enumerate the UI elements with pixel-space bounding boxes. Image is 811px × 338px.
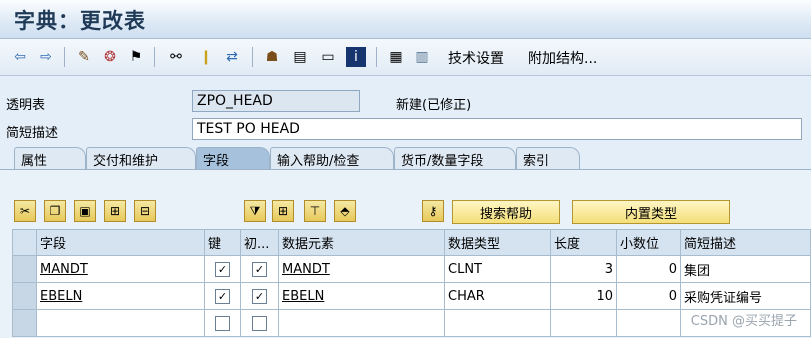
- key-checkbox[interactable]: [215, 315, 230, 331]
- short-desc-cell: 集团: [680, 255, 811, 283]
- toolbar-separator: [252, 47, 253, 67]
- column-header-init[interactable]: 初...: [240, 229, 279, 256]
- data-element-cell[interactable]: EBELN: [278, 282, 445, 310]
- tab-delivery-maintenance[interactable]: 交付和维护: [86, 147, 196, 169]
- column-header-data-element[interactable]: 数据元素: [278, 229, 445, 256]
- init-cell: [240, 309, 279, 337]
- table-name-field: ZPO_HEAD: [192, 90, 360, 112]
- edit-glasses-icon[interactable]: ✎: [74, 47, 94, 67]
- transparent-table-label: 透明表: [6, 98, 46, 113]
- back-arrow-icon[interactable]: ⇦: [10, 47, 30, 67]
- decimals-cell: 0: [616, 255, 681, 283]
- data-element-cell[interactable]: MANDT: [278, 255, 445, 283]
- title-bar: 字典：更改表: [0, 0, 811, 39]
- key-search-icon[interactable]: ⚷: [422, 200, 444, 222]
- length-cell: 10: [550, 282, 617, 310]
- tab-attributes[interactable]: 属性: [14, 147, 86, 169]
- column-header-field[interactable]: 字段: [36, 229, 205, 256]
- tab-fields[interactable]: 字段: [196, 147, 270, 169]
- init-cell: ✓: [240, 255, 279, 283]
- paste-icon[interactable]: ▣: [74, 200, 96, 222]
- insert-row-icon[interactable]: ⊞: [104, 200, 126, 222]
- tab-index[interactable]: 索引: [516, 147, 580, 169]
- data-type-cell: CLNT: [444, 255, 551, 283]
- key-cell: ✓: [204, 255, 241, 283]
- info-icon[interactable]: i: [346, 47, 366, 67]
- row-selector-header[interactable]: [12, 229, 37, 256]
- hierarchy-icon[interactable]: ☗: [262, 47, 282, 67]
- length-cell: [550, 309, 617, 337]
- window-title: 字典：更改表: [14, 8, 146, 33]
- append-structure-button[interactable]: 附加结构...: [528, 48, 597, 68]
- cut-icon[interactable]: ✂: [14, 200, 36, 222]
- data-type-cell: [444, 309, 551, 337]
- key-checkbox[interactable]: ✓: [215, 261, 230, 277]
- table-layout-icon[interactable]: ▦: [386, 47, 406, 67]
- table-row: MANDT ✓ ✓ MANDT CLNT 3 0 集团: [12, 255, 811, 283]
- table-header-row: 字段 键 初... 数据元素 数据类型 长度 小数位 简短描述: [12, 229, 811, 256]
- watermark: CSDN @买买提子: [690, 314, 797, 329]
- toolbar-separator: [154, 47, 155, 67]
- column-header-length[interactable]: 长度: [550, 229, 617, 256]
- data-element-cell[interactable]: [278, 309, 445, 337]
- expand-icon[interactable]: ⬘: [334, 200, 356, 222]
- table-status: 新建(已修正): [396, 98, 472, 113]
- init-checkbox[interactable]: ✓: [252, 261, 267, 277]
- tab-currency-quantity[interactable]: 货币/数量字段: [394, 147, 516, 169]
- include-structure-icon[interactable]: ⊞: [272, 200, 294, 222]
- key-cell: ✓: [204, 282, 241, 310]
- activate-icon[interactable]: ⚑: [126, 47, 146, 67]
- decimals-cell: 0: [616, 282, 681, 310]
- filter-icon[interactable]: ⧩: [244, 200, 266, 222]
- init-checkbox[interactable]: ✓: [252, 288, 267, 304]
- field-name-cell[interactable]: [36, 309, 205, 337]
- print-icon[interactable]: ▤: [290, 47, 310, 67]
- toolbar-separator: [64, 47, 65, 67]
- column-header-data-type[interactable]: 数据类型: [444, 229, 551, 256]
- field-name-cell[interactable]: EBELN: [36, 282, 205, 310]
- key-cell: [204, 309, 241, 337]
- short-desc-input[interactable]: TEST PO HEAD: [192, 118, 802, 140]
- first-row-icon[interactable]: ⊤: [304, 200, 326, 222]
- column-header-key[interactable]: 键: [204, 229, 241, 256]
- toolbar-separator: [376, 47, 377, 67]
- tab-input-help-check[interactable]: 输入帮助/检查: [270, 147, 394, 169]
- column-header-short-desc[interactable]: 简短描述: [680, 229, 811, 256]
- row-selector[interactable]: [12, 255, 37, 283]
- row-selector[interactable]: [12, 282, 37, 310]
- technical-settings-button[interactable]: 技术设置: [448, 48, 504, 68]
- other-object-icon[interactable]: ❂: [100, 47, 120, 67]
- short-desc-label: 简短描述: [6, 126, 59, 141]
- key-checkbox[interactable]: ✓: [215, 288, 230, 304]
- search-help-button[interactable]: 搜索帮助: [452, 200, 560, 224]
- delete-row-icon[interactable]: ⊟: [134, 200, 156, 222]
- length-cell: 3: [550, 255, 617, 283]
- data-type-cell: CHAR: [444, 282, 551, 310]
- init-checkbox[interactable]: [252, 315, 267, 331]
- navigate-icon[interactable]: ⇄: [222, 47, 242, 67]
- row-selector[interactable]: [12, 309, 37, 337]
- test-icon[interactable]: ❙: [196, 47, 216, 67]
- copy-icon[interactable]: ❐: [44, 200, 66, 222]
- application-toolbar: ⇦ ⇨ ✎ ❂ ⚑ ⚯ ❙ ⇄ ☗ ▤ ▭ i ▦ ▥ 技术设置 附加结构...: [0, 39, 811, 76]
- field-name-cell[interactable]: MANDT: [36, 255, 205, 283]
- display-text-icon[interactable]: ▭: [318, 47, 338, 67]
- where-used-icon[interactable]: ⚯: [166, 47, 186, 67]
- init-cell: ✓: [240, 282, 279, 310]
- decimals-cell: [616, 309, 681, 337]
- short-desc-cell: 采购凭证编号: [680, 282, 811, 310]
- column-header-decimals[interactable]: 小数位: [616, 229, 681, 256]
- table-row: EBELN ✓ ✓ EBELN CHAR 10 0 采购凭证编号: [12, 282, 811, 310]
- grid-icon[interactable]: ▥: [412, 47, 432, 67]
- forward-arrow-icon[interactable]: ⇨: [36, 47, 56, 67]
- builtin-type-button[interactable]: 内置类型: [572, 200, 730, 224]
